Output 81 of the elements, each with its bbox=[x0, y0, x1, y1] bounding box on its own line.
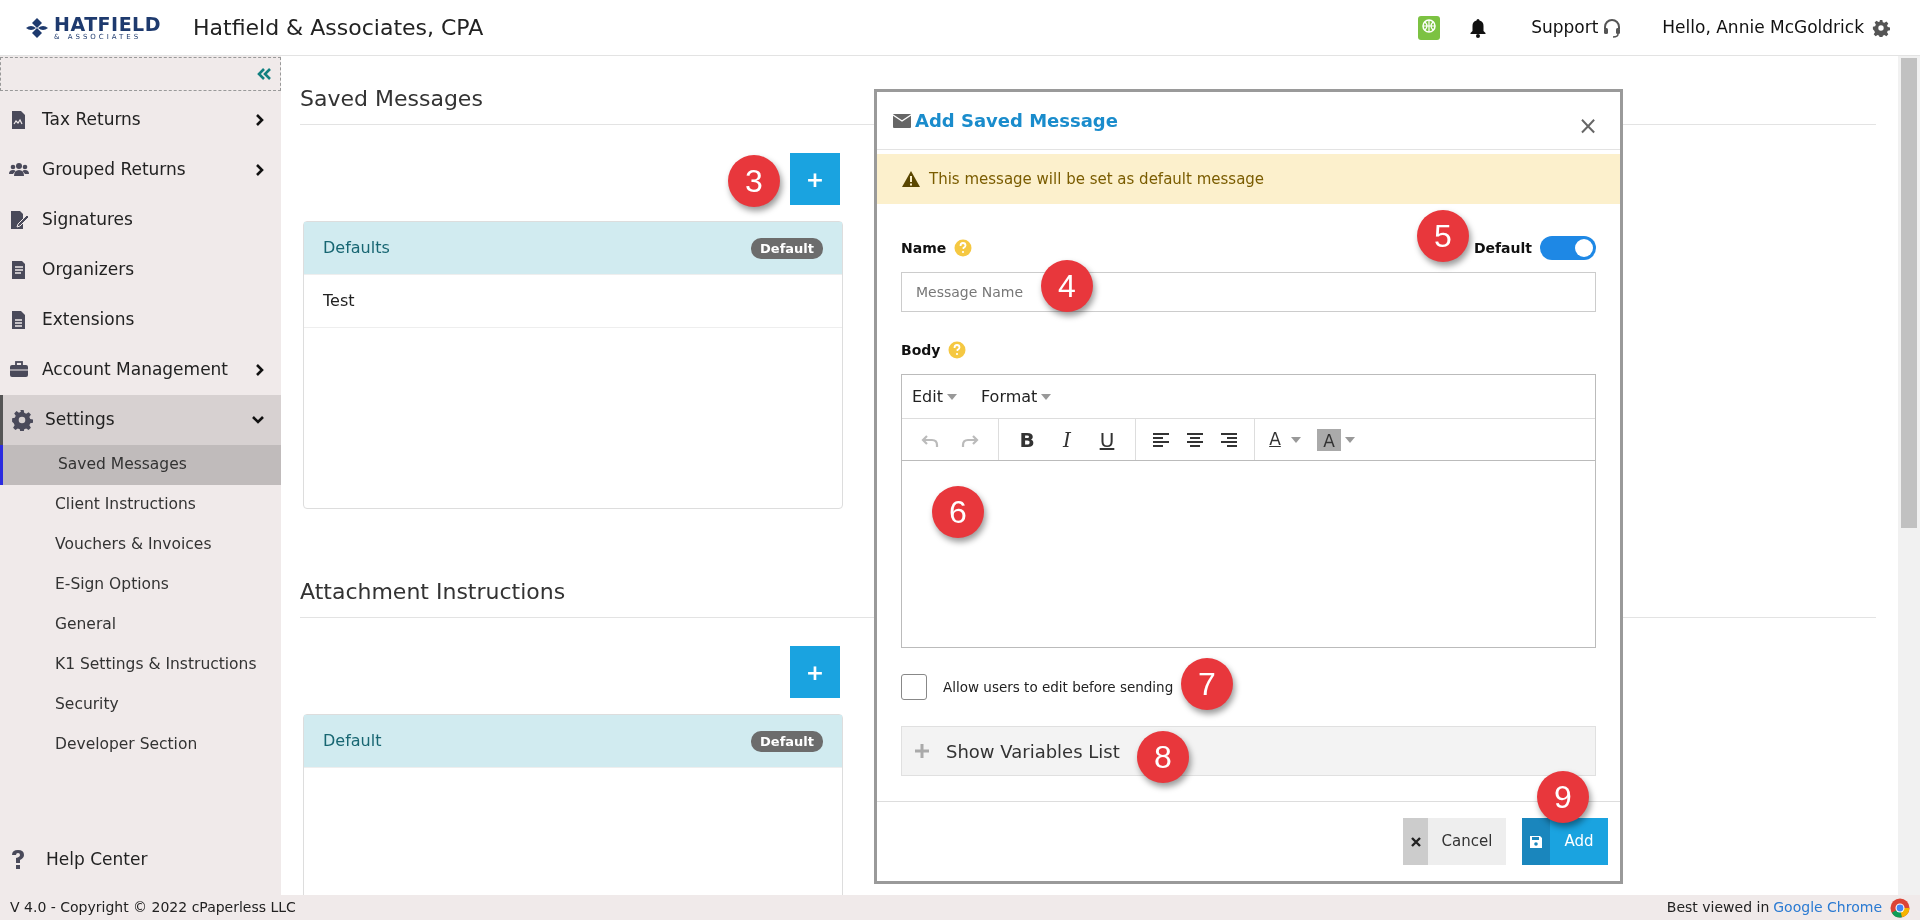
browser-link[interactable]: Google Chrome bbox=[1773, 897, 1882, 918]
sidebar-item[interactable]: Settings bbox=[0, 395, 281, 445]
warning-icon bbox=[901, 170, 921, 188]
sidebar-item[interactable]: Signatures bbox=[0, 195, 281, 245]
undo-icon bbox=[921, 433, 939, 449]
align-center-icon[interactable] bbox=[1186, 431, 1204, 448]
text-color-button[interactable]: A bbox=[1263, 422, 1287, 457]
help-icon bbox=[954, 239, 973, 257]
name-label: Name bbox=[901, 238, 947, 258]
editor-menu[interactable]: Edit bbox=[912, 384, 957, 409]
sidebar-subitem[interactable]: Saved Messages bbox=[0, 445, 281, 485]
editor-menu[interactable]: Format bbox=[981, 384, 1052, 409]
caret-icon bbox=[947, 393, 957, 400]
list-row[interactable]: Default Default bbox=[304, 715, 842, 769]
checkbox-label: Allow users to edit before sending bbox=[943, 677, 1174, 697]
sidebar-subitem[interactable]: Developer Section bbox=[0, 725, 281, 765]
settings-icon[interactable] bbox=[1872, 18, 1890, 37]
list-row[interactable]: Test bbox=[304, 275, 842, 329]
help-icon bbox=[10, 849, 26, 871]
user-greeting[interactable]: Hello, Annie McGoldrick bbox=[1662, 14, 1864, 41]
sidebar-item-label: Extensions bbox=[42, 308, 136, 332]
sidebar-item-label: Organizers bbox=[42, 258, 135, 282]
logo-icon bbox=[24, 16, 50, 39]
default-tag: Default bbox=[751, 237, 823, 260]
scrollbar[interactable] bbox=[1898, 56, 1920, 895]
sidebar-subitem[interactable]: K1 Settings & Instructions bbox=[0, 645, 281, 685]
signature-icon bbox=[8, 210, 30, 230]
collapse-icon[interactable] bbox=[256, 67, 272, 81]
close-icon bbox=[1409, 835, 1422, 848]
row-label: Defaults bbox=[323, 237, 391, 260]
checkbox[interactable] bbox=[901, 674, 927, 700]
sidebar-item-label: Signatures bbox=[42, 208, 134, 232]
sidebar-item-label: Account Management bbox=[42, 358, 230, 382]
italic-button[interactable]: I bbox=[1047, 422, 1087, 457]
support-link[interactable]: Support bbox=[1531, 14, 1599, 41]
sidebar-item[interactable]: Organizers bbox=[0, 245, 281, 295]
browser-logo-icon bbox=[1890, 897, 1910, 918]
save-icon bbox=[1529, 834, 1543, 849]
caret-icon bbox=[1345, 436, 1355, 443]
notification-bell-icon bbox=[1469, 17, 1488, 38]
help-center-link[interactable]: Help Center bbox=[46, 835, 148, 885]
default-label: Default bbox=[1473, 238, 1532, 258]
sidebar-subitem[interactable]: General bbox=[0, 605, 281, 645]
sidebar-subitem[interactable]: E-Sign Options bbox=[0, 565, 281, 605]
sidebar-subitem[interactable]: Client Instructions bbox=[0, 485, 281, 525]
default-tag: Default bbox=[751, 730, 823, 753]
caret-icon bbox=[1041, 393, 1052, 400]
briefcase-icon bbox=[8, 360, 30, 380]
bold-button[interactable]: B bbox=[1007, 422, 1047, 457]
help-icon bbox=[948, 341, 967, 359]
headset-icon bbox=[1602, 17, 1623, 38]
sidebar-item[interactable]: Grouped Returns bbox=[0, 145, 281, 195]
sidebar-subitem[interactable]: Security bbox=[0, 685, 281, 725]
best-viewed-text: Best viewed in bbox=[1666, 898, 1770, 917]
sidebar-subitem[interactable]: Vouchers & Invoices bbox=[0, 525, 281, 565]
align-right-icon[interactable] bbox=[1220, 431, 1238, 448]
sidebar-item-label: Grouped Returns bbox=[42, 158, 187, 182]
body-label: Body bbox=[901, 340, 941, 360]
sidebar-item-label: Tax Returns bbox=[42, 108, 142, 132]
sidebar-item[interactable]: Tax Returns bbox=[0, 95, 281, 145]
logo-name: HATFIELD bbox=[54, 14, 161, 34]
list-row[interactable]: Defaults Default bbox=[304, 222, 842, 276]
row-label: Test bbox=[323, 290, 356, 313]
row-label: Default bbox=[323, 730, 383, 753]
sidebar-item-label: Settings bbox=[45, 408, 116, 432]
envelope-icon bbox=[893, 113, 911, 128]
caret-icon bbox=[1291, 436, 1301, 443]
copyright-text: V 4.0 - Copyright © 2022 cPaperless LLC bbox=[10, 898, 296, 917]
firm-title: Hatfield & Associates, CPA bbox=[193, 14, 484, 42]
default-toggle[interactable] bbox=[1540, 236, 1596, 260]
gear-icon bbox=[11, 409, 33, 431]
align-left-icon[interactable] bbox=[1152, 431, 1170, 448]
cancel-button[interactable]: Cancel bbox=[1403, 818, 1506, 865]
redo-icon bbox=[961, 433, 979, 449]
sidebar-item[interactable]: Account Management bbox=[0, 345, 281, 395]
highlight-color-button[interactable]: A bbox=[1317, 428, 1341, 451]
sidebar-item[interactable]: Extensions bbox=[0, 295, 281, 345]
underline-button[interactable]: U bbox=[1087, 422, 1127, 457]
alert-text: This message will be set as default message bbox=[929, 168, 1265, 190]
plus-icon bbox=[914, 743, 930, 759]
globe-book-icon bbox=[1417, 14, 1442, 41]
